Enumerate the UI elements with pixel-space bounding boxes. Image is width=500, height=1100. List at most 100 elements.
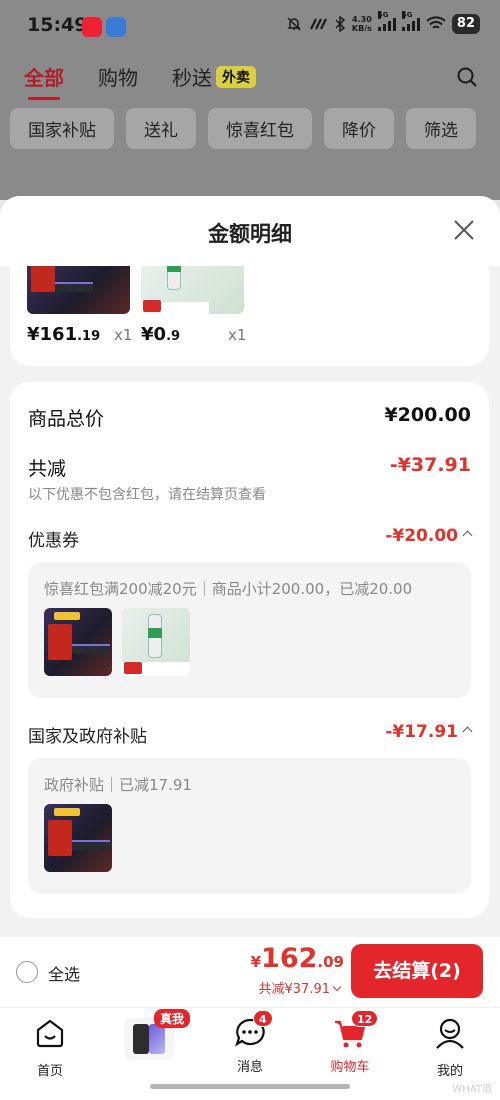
message-icon-wrap: 4 — [233, 1010, 273, 1050]
checkout-bar: 全选 ¥162.09 共减¥37.91 去结算(2) — [0, 937, 500, 1007]
item-1-price-int: ¥161 — [27, 324, 78, 345]
watermark: WHAT值 — [452, 1084, 492, 1095]
phone-image-1 — [133, 1024, 149, 1054]
total-price-label: 商品总价 — [28, 408, 105, 430]
close-icon[interactable] — [452, 218, 476, 242]
coupon-detail: 惊喜红包满200减20元｜商品小计200.00，已减20.00 — [44, 580, 413, 598]
chip-national-subsidy[interactable]: 国家补贴 — [10, 108, 114, 149]
background-page: 15:49 4.30 KB/s 5G 5G 82 全部 购物 秒送 外卖 国家补贴 … — [0, 0, 500, 200]
total-dec: .09 — [317, 953, 344, 971]
subsidy-keyboard-thumb — [44, 804, 112, 872]
nav-profile[interactable]: 我的 — [410, 1008, 490, 1079]
filter-chips: 国家补贴 送礼 惊喜红包 降价 筛选 — [10, 108, 476, 149]
cart-icon-wrap: 12 — [333, 1010, 379, 1050]
total-price-row: 商品总价 ¥200.00 — [28, 404, 471, 431]
item-2-price: ¥0.9 — [141, 324, 180, 345]
search-icon[interactable] — [456, 66, 478, 88]
coupon-detail-box: 惊喜红包满200减20元｜商品小计200.00，已减20.00 — [28, 562, 471, 698]
home-icon — [36, 1019, 64, 1048]
subsidy-row[interactable]: 国家及政府补贴 -¥17.91 — [28, 722, 473, 747]
phone-promo-tag: 真我 — [154, 1009, 191, 1028]
item-1-qty: x1 — [114, 326, 133, 344]
net-speed-value: 4.30 — [352, 15, 372, 24]
nfc-icon — [309, 18, 327, 30]
subsidy-label: 国家及政府补贴 — [28, 727, 147, 747]
reduce-value: -¥37.91 — [389, 454, 471, 476]
chevron-down-icon — [332, 982, 342, 992]
subsidy-detail: 政府补贴｜已减17.91 — [44, 776, 192, 794]
coupon-keyboard-thumb — [44, 608, 112, 676]
subsidy-detail-box: 政府补贴｜已减17.91 — [28, 758, 471, 894]
net-speed-unit: KB/s — [351, 24, 372, 33]
nav-messages[interactable]: 4 消息 — [210, 1008, 290, 1075]
keyboard-product-image[interactable] — [27, 266, 130, 314]
cart-badge: 12 — [351, 1010, 379, 1027]
nav-cart-label: 购物车 — [330, 1060, 370, 1075]
reduce-note: 以下优惠不包含红包，请在结算页查看 — [28, 487, 266, 503]
battery-indicator: 82 — [451, 14, 480, 34]
coupon-value-wrap: -¥20.00 — [385, 526, 473, 546]
signal-1-icon: 5G — [377, 11, 396, 31]
nav-home[interactable]: 首页 — [10, 1008, 90, 1079]
profile-icon — [436, 1018, 464, 1049]
signal-2-icon: 5G — [401, 11, 420, 31]
item-1-price: ¥161.19 — [27, 324, 100, 345]
mute-bell-icon — [287, 17, 301, 31]
total-currency: ¥ — [250, 953, 262, 971]
checkout-button[interactable]: 去结算(2) — [351, 944, 483, 998]
wifi-icon — [426, 16, 446, 29]
nav-profile-label: 我的 — [436, 1064, 463, 1079]
nav-messages-label: 消息 — [236, 1060, 263, 1075]
app-notification-icon-2 — [106, 17, 126, 37]
tab-all[interactable]: 全部 — [24, 62, 64, 100]
takeout-tag: 外卖 — [216, 66, 256, 88]
item-1-price-dec: .19 — [77, 329, 101, 344]
total-int: 162 — [261, 943, 318, 974]
nav-cart[interactable]: 12 购物车 — [310, 1008, 390, 1075]
select-all-label[interactable]: 全选 — [48, 961, 80, 985]
bluetooth-icon — [335, 16, 346, 32]
top-tabs: 全部 购物 秒送 外卖 — [24, 62, 256, 100]
nav-home-label: 首页 — [36, 1064, 63, 1079]
total-price-value: ¥200.00 — [384, 404, 471, 426]
product-list-card: ¥161.19 x1 ¥0.9 x1 — [10, 266, 489, 366]
total-amount: ¥162.09 — [251, 943, 344, 974]
net-speed: 4.30 KB/s — [352, 15, 372, 33]
reduce-summary-toggle[interactable]: 共减¥37.91 — [258, 978, 342, 997]
coupon-row[interactable]: 优惠券 -¥20.00 — [28, 526, 473, 551]
item-2-qty: x1 — [228, 326, 247, 344]
status-time: 15:49 — [27, 14, 88, 36]
reduce-row: 共减 -¥37.91 — [28, 454, 471, 481]
message-badge: 4 — [253, 1010, 273, 1027]
reduce-summary-text: 共减¥37.91 — [258, 982, 331, 997]
tab-instant-delivery[interactable]: 秒送 — [172, 66, 212, 90]
status-icons: 4.30 KB/s 5G 5G 82 — [286, 11, 480, 34]
chip-surprise-coupon[interactable]: 惊喜红包 — [208, 108, 312, 149]
status-bar: 15:49 4.30 KB/s 5G 5G 82 — [0, 0, 500, 52]
signal-2-label: 5G — [401, 11, 413, 19]
reduce-label: 共减 — [28, 458, 67, 480]
signal-1-label: 5G — [377, 11, 389, 19]
home-indicator[interactable] — [150, 1084, 350, 1089]
price-summary-card: 商品总价 ¥200.00 共减 -¥37.91 以下优惠不包含红包，请在结算页查… — [10, 382, 489, 918]
subsidy-value: -¥17.91 — [385, 722, 458, 742]
phone-image-2 — [149, 1024, 165, 1054]
chip-filter[interactable]: 筛选 — [406, 108, 476, 149]
tab-instant-delivery-wrap[interactable]: 秒送 外卖 — [172, 62, 256, 91]
sheet-header: 金额明细 — [0, 196, 500, 266]
app-notification-icon — [82, 17, 102, 37]
coupon-label: 优惠券 — [28, 531, 79, 551]
glue-stick-product-image[interactable] — [141, 266, 244, 314]
item-2-price-dec: .9 — [166, 329, 181, 344]
coupon-value: -¥20.00 — [385, 526, 458, 546]
chip-gift[interactable]: 送礼 — [126, 108, 196, 149]
chevron-up-icon[interactable] — [462, 530, 473, 541]
sheet-title: 金额明细 — [208, 222, 292, 246]
subsidy-value-wrap: -¥17.91 — [385, 722, 473, 742]
coupon-glue-thumb — [122, 608, 190, 676]
chip-price-drop[interactable]: 降价 — [324, 108, 394, 149]
tab-shopping[interactable]: 购物 — [98, 62, 138, 91]
select-all-checkbox[interactable] — [16, 961, 38, 983]
chevron-up-icon[interactable] — [462, 726, 473, 737]
item-2-price-int: ¥0 — [141, 324, 167, 345]
